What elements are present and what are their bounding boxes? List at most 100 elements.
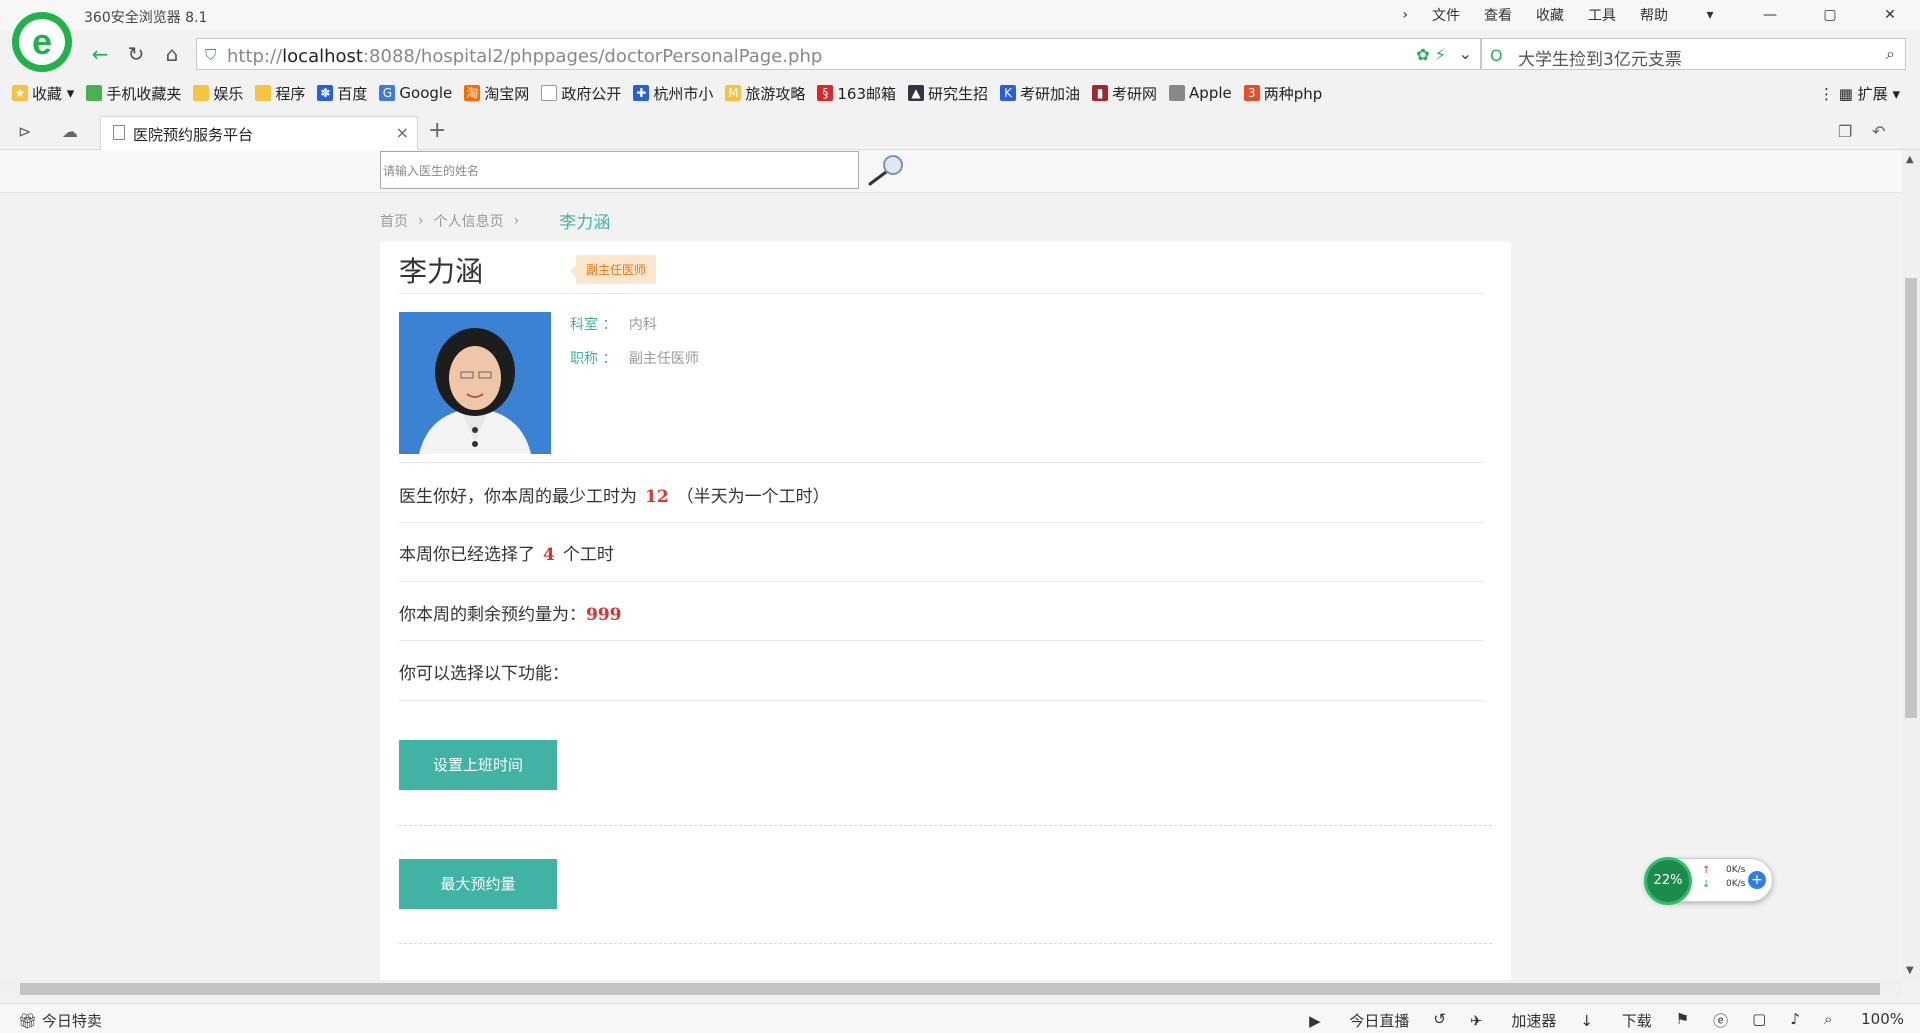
close-icon[interactable]: × xyxy=(396,123,409,142)
books-icon: ▮ xyxy=(1092,85,1109,101)
menu-help[interactable]: 帮助 xyxy=(1640,5,1668,25)
star-icon: ★ xyxy=(12,85,28,101)
new-tab-button[interactable]: + xyxy=(428,118,446,143)
skin-icon[interactable]: ▾ xyxy=(1692,7,1728,23)
chevron-right-icon: › xyxy=(418,212,424,229)
breadcrumb-current: 李力涵 xyxy=(559,213,611,233)
horizontal-scrollbar[interactable] xyxy=(0,980,1902,998)
refresh-button[interactable]: ↻ xyxy=(122,40,150,68)
phone-icon xyxy=(86,85,103,101)
dept-value: 内科 xyxy=(628,317,657,333)
bookmark-google[interactable]: G Google xyxy=(379,84,452,102)
url-input[interactable]: ⛉ http://localhost:8088/hospital2/phppag… xyxy=(196,38,1481,70)
breadcrumb: 首页 › 个人信息页 › 李力涵 xyxy=(380,208,611,234)
min-hours-statement: 医生你好，你本周的最少工时为 12 （半天为一个工时） xyxy=(399,487,830,507)
bookmark-favorites[interactable]: ★ 收藏 ▾ xyxy=(12,83,74,104)
flag-icon[interactable]: ⚑ xyxy=(1676,1010,1689,1031)
divider xyxy=(399,640,1484,641)
bookmark-travel[interactable]: M 旅游攻略 xyxy=(725,83,805,104)
menu-tools[interactable]: 工具 xyxy=(1588,5,1616,25)
daily-deals[interactable]: 🎁︎ 今日特卖 xyxy=(18,1010,102,1031)
bookmark-folder-programs[interactable]: 程序 xyxy=(255,83,305,104)
menu-favorites[interactable]: 收藏 xyxy=(1536,5,1564,25)
max-booking-button[interactable]: 最大预约量 xyxy=(399,859,557,909)
bookmark-baidu[interactable]: ✽ 百度 xyxy=(317,83,367,104)
bookmark-graduate[interactable]: ▲ 研究生招 xyxy=(908,83,988,104)
set-schedule-button[interactable]: 设置上班时间 xyxy=(399,740,557,790)
browser-search-input[interactable]: O 大学生捡到3亿元支票 ⌕ xyxy=(1481,38,1906,70)
app-title: 360安全浏览器 8.1 xyxy=(84,10,208,26)
bookmark-php[interactable]: 3 两种php xyxy=(1243,83,1322,104)
bookmark-taobao[interactable]: 淘淘宝网 xyxy=(464,83,529,104)
menu-view[interactable]: 查看 xyxy=(1484,5,1512,25)
accelerator-button[interactable]: ✈ 加速器 xyxy=(1470,1010,1556,1031)
vertical-scrollbar[interactable]: ▲ ▼ xyxy=(1902,150,1920,980)
dashed-divider xyxy=(399,943,1492,944)
breadcrumb-home[interactable]: 首页 xyxy=(380,211,408,231)
bookmark-mobile[interactable]: 手机收藏夹 xyxy=(86,83,181,104)
remaining-statement: 你本周的剩余预约量为：999 xyxy=(399,605,622,625)
back-button[interactable]: ← xyxy=(86,40,114,68)
scroll-thumb[interactable] xyxy=(1905,278,1917,718)
search-icon[interactable]: ⌕ xyxy=(1886,44,1895,64)
scroll-down-icon[interactable]: ▼ xyxy=(1906,965,1914,976)
sidebar-toggle-icon[interactable]: ⊳ xyxy=(18,122,31,141)
download-button[interactable]: ↓ 下载 xyxy=(1580,1010,1651,1031)
zoom-control[interactable]: ⌕ 100% xyxy=(1824,1010,1904,1031)
sound-icon[interactable]: ♪ xyxy=(1790,1010,1800,1031)
google-icon: G xyxy=(379,85,396,101)
network-speed-widget[interactable]: 22% ↑ ↓ 0K/s 0K/s + xyxy=(1644,857,1773,905)
magnifier-icon[interactable] xyxy=(866,154,910,188)
title-label: 职称 ： xyxy=(570,351,617,367)
scroll-up-icon[interactable]: ▲ xyxy=(1906,154,1914,165)
selected-hours-value: 4 xyxy=(543,545,555,565)
netease-icon: § xyxy=(817,85,834,101)
bookmark-hangzhou[interactable]: ✚ 杭州市小 xyxy=(633,83,713,104)
chevron-right-icon[interactable]: › xyxy=(1402,7,1408,23)
bookmark-kaoyan[interactable]: ▮ 考研网 xyxy=(1092,83,1157,104)
doctor-photo xyxy=(399,312,551,454)
tab-hospital[interactable]: 医院预约服务平台 × xyxy=(100,116,418,150)
divider xyxy=(399,462,1484,463)
minimize-button[interactable]: — xyxy=(1752,7,1788,23)
page-icon xyxy=(113,125,125,140)
speed-mode-icon[interactable]: ✿ ⚡ xyxy=(1416,45,1446,64)
speedup-icon[interactable]: ↺ xyxy=(1433,1010,1446,1031)
doctor-search-input[interactable]: 请输入医生的姓名 xyxy=(380,151,859,189)
bookmark-apple[interactable]: Apple xyxy=(1169,84,1232,102)
maximize-button[interactable]: ▢ xyxy=(1812,7,1848,23)
tab-list-icon[interactable]: ❐ xyxy=(1838,122,1852,141)
window-icon[interactable]: ▢ xyxy=(1752,1010,1766,1031)
live-button[interactable]: ▶ 今日直播 xyxy=(1309,1010,1409,1031)
extensions-button[interactable]: ⋮ ▦ 扩展 ▾ xyxy=(1819,83,1900,104)
page-viewport: 请输入医生的姓名 首页 › 个人信息页 › 李力涵 李力涵 副主任医师 科室 ：… xyxy=(0,150,1902,980)
bookmark-gov[interactable]: 政府公开 xyxy=(541,83,621,104)
tab-bar: ⊳ ☁ 医院预约服务平台 × + ❐ ↶ xyxy=(0,114,1920,150)
bookmark-kaoyan-jiayou[interactable]: K 考研加油 xyxy=(1000,83,1080,104)
plus-icon[interactable]: + xyxy=(1748,871,1766,889)
ie-icon[interactable]: ⓔ xyxy=(1713,1010,1728,1031)
close-window-button[interactable]: ✕ xyxy=(1872,7,1908,23)
folder-icon xyxy=(255,85,272,101)
home-button[interactable]: ⌂ xyxy=(158,40,186,68)
breadcrumb-profile[interactable]: 个人信息页 xyxy=(434,211,504,231)
menu-file[interactable]: 文件 xyxy=(1432,5,1460,25)
apple-icon xyxy=(1169,85,1186,101)
divider xyxy=(399,700,1484,701)
download-rate: 0K/s xyxy=(1726,879,1746,889)
doctor-name: 李力涵 xyxy=(399,255,484,288)
cloud-icon[interactable]: ☁ xyxy=(62,122,78,141)
title-badge: 副主任医师 xyxy=(569,255,657,284)
scroll-thumb[interactable] xyxy=(20,983,1880,995)
bookmark-folder-entertainment[interactable]: 娱乐 xyxy=(193,83,243,104)
chevron-down-icon[interactable]: ⌄ xyxy=(1459,44,1472,63)
tab-title: 医院预约服务平台 xyxy=(133,126,254,144)
status-right-tools: ▶ 今日直播 ↺ ✈ 加速器 ↓ 下载 ⚑ ⓔ ▢ ♪ ⌕ 100% xyxy=(1285,1010,1904,1031)
bookmark-163[interactable]: § 163邮箱 xyxy=(817,83,896,104)
graduation-cap-icon: ▲ xyxy=(908,85,924,101)
undo-close-icon[interactable]: ↶ xyxy=(1872,122,1885,141)
mail-icon: M xyxy=(725,85,742,101)
gift-icon: 🎁︎ xyxy=(18,1012,38,1030)
baidu-icon: ✽ xyxy=(317,85,334,101)
min-hours-value: 12 xyxy=(645,487,669,507)
